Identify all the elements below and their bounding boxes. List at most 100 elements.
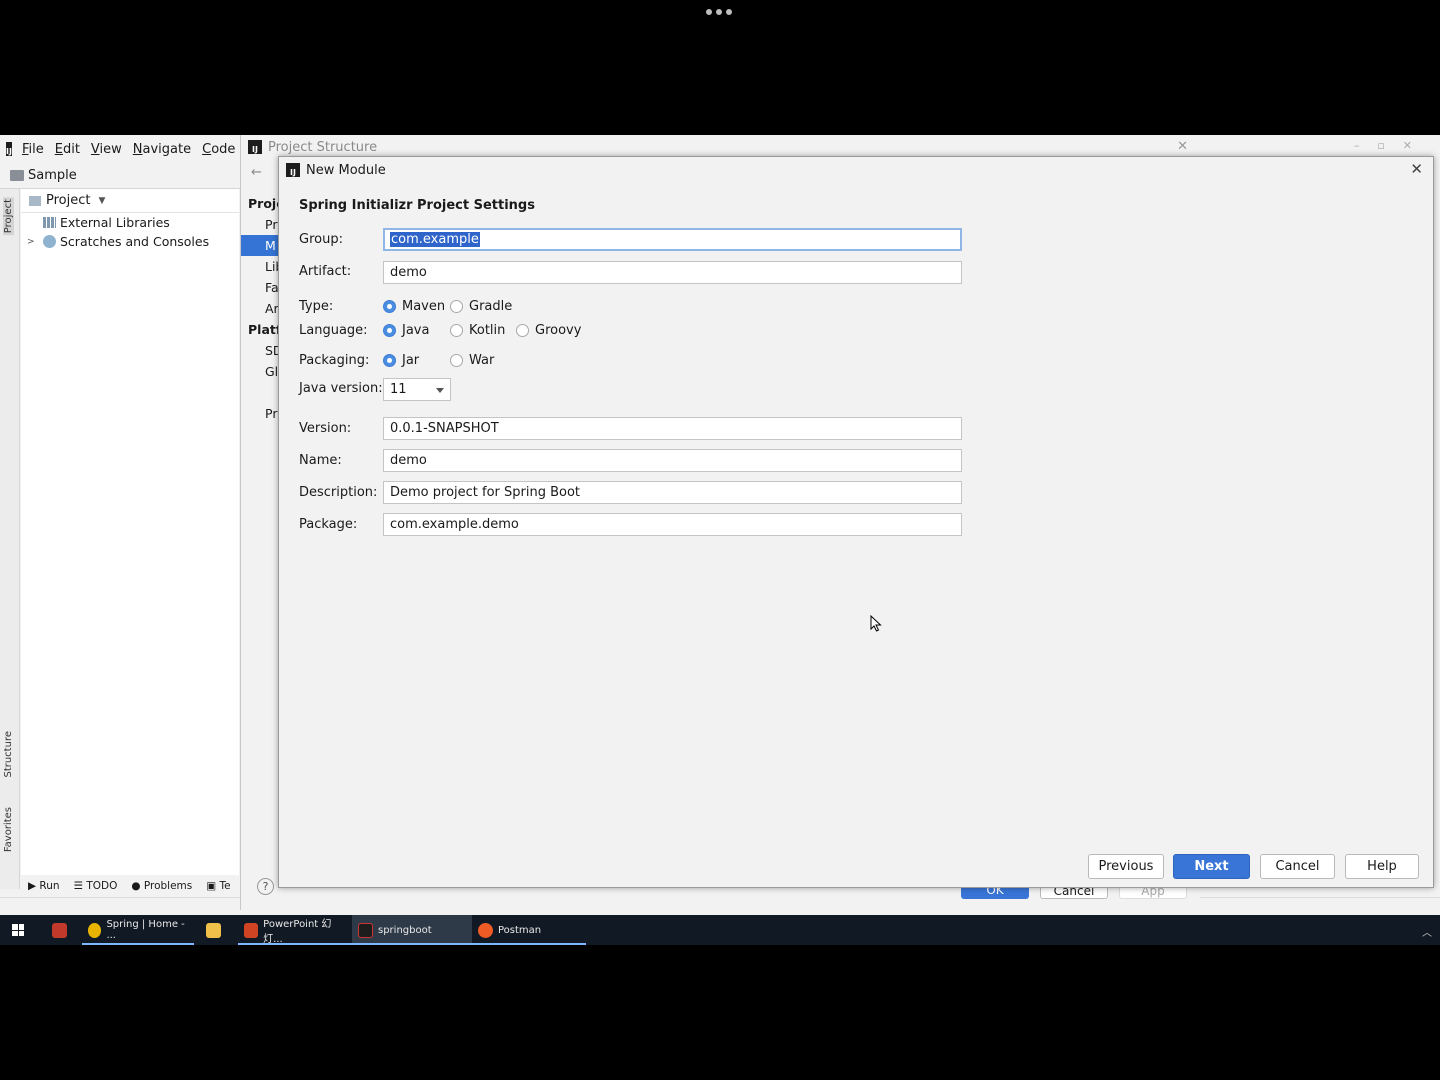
dialog-titlebar: IJ New Module (279, 157, 1433, 183)
tool-run[interactable]: ▶ Run (28, 880, 60, 892)
radio-maven[interactable] (383, 300, 396, 313)
new-module-dialog: IJ New Module ✕ Spring Initializr Projec… (278, 156, 1434, 888)
tool-todo[interactable]: ☰ TODO (74, 880, 118, 892)
taskbar-intellij[interactable]: springboot (352, 915, 472, 945)
menu-navigate[interactable]: Navigate (133, 142, 191, 157)
language-label: Language: (299, 323, 368, 338)
window-options-dots[interactable] (706, 9, 732, 15)
taskbar-postman[interactable]: Postman (472, 915, 586, 945)
next-button[interactable]: Next (1173, 854, 1250, 879)
scratches-icon (43, 235, 56, 248)
project-view-header[interactable]: Project ▼ (21, 189, 239, 213)
radio-kotlin[interactable] (450, 324, 463, 337)
tree-item-external-libraries[interactable]: External Libraries (21, 213, 239, 232)
window-controls[interactable]: –▫✕ (1354, 139, 1430, 152)
language-groovy-option[interactable]: Groovy (516, 323, 581, 338)
radio-war[interactable] (450, 354, 463, 367)
chevron-up-icon[interactable]: ︿ (1422, 924, 1432, 939)
tool-todo-label: TODO (86, 880, 118, 892)
packaging-jar-option[interactable]: Jar (383, 353, 450, 368)
taskbar-explorer[interactable] (194, 915, 238, 945)
description-field[interactable]: Demo project for Spring Boot (383, 481, 962, 504)
package-label: Package: (299, 517, 358, 532)
radio-jar[interactable] (383, 354, 396, 367)
ps-sidebar-item[interactable]: Lib (241, 256, 279, 277)
project-view-dropdown[interactable]: Project (46, 193, 90, 208)
navigation-bar: Sample (0, 163, 240, 189)
radio-java[interactable] (383, 324, 396, 337)
tool-tab-project[interactable]: Project (3, 197, 14, 236)
ps-sidebar-item[interactable]: SD (241, 340, 279, 361)
intellij-logo-icon: IJ (6, 142, 12, 156)
menu-edit[interactable]: Edit (55, 142, 80, 157)
ps-sidebar-item-modules[interactable]: M (241, 235, 279, 256)
close-icon[interactable]: ✕ (1177, 139, 1188, 154)
java-version-select[interactable]: 11 (383, 378, 451, 401)
project-name[interactable]: Sample (28, 168, 77, 183)
menu-view[interactable]: View (91, 142, 122, 157)
tool-tab-favorites[interactable]: Favorites (3, 807, 14, 852)
postman-icon (478, 922, 493, 938)
ps-sidebar-item[interactable]: Gl (241, 361, 279, 382)
packaging-war-option[interactable]: War (450, 353, 494, 368)
app-icon (52, 922, 67, 938)
taskbar-label: Postman (498, 924, 542, 936)
option-label: Maven (402, 299, 446, 314)
name-field[interactable]: demo (383, 449, 962, 472)
close-icon[interactable]: ✕ (1410, 160, 1423, 178)
tool-terminal[interactable]: ▣ Te (206, 880, 230, 892)
menu-bar: IJ File Edit View Navigate Code A (0, 135, 255, 163)
option-label: Gradle (469, 299, 513, 314)
artifact-field[interactable]: demo (383, 261, 962, 284)
cancel-button[interactable]: Cancel (1260, 854, 1335, 879)
taskbar-label: PowerPoint 幻灯... (263, 919, 332, 945)
tool-problems-label: Problems (143, 880, 193, 892)
ps-sidebar-item[interactable]: Ar (241, 298, 279, 319)
project-structure-title: Project Structure (268, 139, 378, 155)
language-java-option[interactable]: Java (383, 323, 450, 338)
type-gradle-option[interactable]: Gradle (450, 299, 512, 314)
radio-gradle[interactable] (450, 300, 463, 313)
taskbar-app[interactable] (42, 915, 82, 945)
back-arrow-icon[interactable]: ← (251, 165, 262, 180)
ps-sidebar-item[interactable]: Fa (241, 277, 279, 298)
bottom-tool-bar: ▶ Run ☰ TODO ● Problems ▣ Te (20, 875, 240, 897)
tree-item-scratches[interactable]: > Scratches and Consoles (21, 232, 239, 251)
dialog-title: New Module (306, 162, 386, 178)
help-icon[interactable]: ? (257, 878, 274, 895)
taskbar-powerpoint[interactable]: PowerPoint 幻灯... (238, 915, 352, 945)
option-label: War (469, 353, 495, 368)
option-label: Java (402, 323, 430, 338)
radio-groovy[interactable] (516, 324, 529, 337)
taskbar-label: springboot (378, 924, 432, 936)
windows-start-icon[interactable] (12, 924, 24, 936)
taskbar-chrome[interactable]: Spring | Home - ... (82, 915, 194, 945)
group-field[interactable]: com.example (383, 228, 962, 251)
ps-sidebar-item[interactable]: Pr (241, 214, 279, 235)
type-maven-option[interactable]: Maven (383, 299, 450, 314)
description-label: Description: (299, 485, 378, 500)
ps-sidebar-item: Platfo (248, 322, 279, 337)
java-version-value: 11 (390, 382, 407, 397)
chevron-right-icon[interactable]: > (27, 237, 37, 247)
help-button[interactable]: Help (1345, 854, 1419, 879)
library-icon (43, 217, 56, 228)
intellij-logo-icon: IJ (286, 163, 300, 177)
version-field[interactable]: 0.0.1-SNAPSHOT (383, 417, 962, 440)
previous-button[interactable]: Previous (1088, 854, 1164, 879)
todo-icon: ☰ (73, 880, 87, 892)
package-field[interactable]: com.example.demo (383, 513, 962, 536)
folder-icon (10, 170, 24, 181)
tool-problems[interactable]: ● Problems (131, 880, 192, 892)
tool-tab-structure[interactable]: Structure (3, 731, 14, 778)
run-icon: ▶ (28, 880, 40, 892)
language-kotlin-option[interactable]: Kotlin (450, 323, 516, 338)
ps-sidebar-item[interactable]: Pr (241, 403, 279, 424)
chevron-down-icon[interactable]: ▼ (98, 196, 105, 206)
project-tool-window: Project ▼ External Libraries > Scratches… (21, 189, 239, 875)
mouse-cursor-icon (870, 615, 882, 632)
menu-code[interactable]: Code (202, 142, 235, 157)
packaging-radio-group: Jar War (383, 353, 494, 368)
terminal-icon: ▣ (206, 880, 220, 892)
menu-file[interactable]: File (22, 142, 44, 157)
